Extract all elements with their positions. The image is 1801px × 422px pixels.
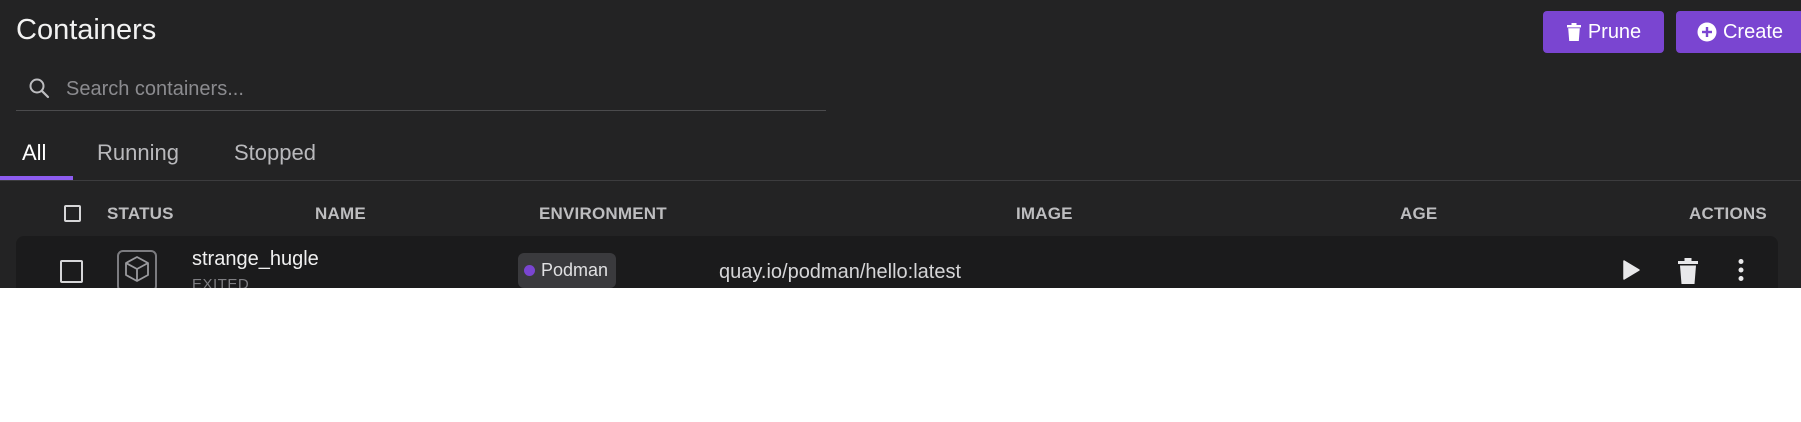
row-checkbox[interactable] <box>60 260 83 283</box>
search-icon <box>28 77 50 104</box>
select-all-checkbox[interactable] <box>64 205 81 222</box>
tab-all[interactable]: All <box>22 140 46 166</box>
table-row[interactable]: strange_hugle EXITED Podman quay.io/podm… <box>16 236 1778 288</box>
container-status-indicator <box>117 250 157 288</box>
plus-circle-icon <box>1697 22 1717 42</box>
container-image: quay.io/podman/hello:latest <box>719 261 962 283</box>
create-button[interactable]: Create <box>1676 11 1801 53</box>
column-header-status[interactable]: STATUS <box>107 204 174 224</box>
search-input[interactable] <box>64 68 808 110</box>
environment-badge: Podman <box>518 253 617 288</box>
play-icon[interactable] <box>1618 258 1642 287</box>
column-header-age[interactable]: AGE <box>1400 204 1437 224</box>
tab-stopped[interactable]: Stopped <box>234 140 316 166</box>
active-tab-indicator <box>0 176 73 180</box>
trash-icon <box>1566 23 1582 41</box>
create-button-label: Create <box>1722 20 1784 43</box>
container-name[interactable]: strange_hugle <box>192 248 319 271</box>
trash-icon[interactable] <box>1677 258 1699 288</box>
tab-bar: All Running Stopped <box>0 130 1801 181</box>
environment-label: Podman <box>541 260 609 280</box>
search-bar <box>16 68 826 111</box>
container-cube-icon <box>122 254 152 289</box>
column-header-image[interactable]: IMAGE <box>1016 204 1073 224</box>
container-state: EXITED <box>192 276 250 288</box>
column-header-environment[interactable]: ENVIRONMENT <box>539 204 667 224</box>
kebab-menu-icon[interactable] <box>1737 258 1745 287</box>
page-title: Containers <box>16 14 157 46</box>
column-header-name[interactable]: NAME <box>315 204 366 224</box>
containers-page: Containers Prune Create All Running Stop… <box>0 0 1801 288</box>
column-header-actions: ACTIONS <box>1689 204 1767 223</box>
prune-button-label: Prune <box>1587 20 1642 43</box>
tab-running[interactable]: Running <box>97 140 179 166</box>
prune-button[interactable]: Prune <box>1543 11 1664 53</box>
environment-dot-icon <box>524 265 535 276</box>
